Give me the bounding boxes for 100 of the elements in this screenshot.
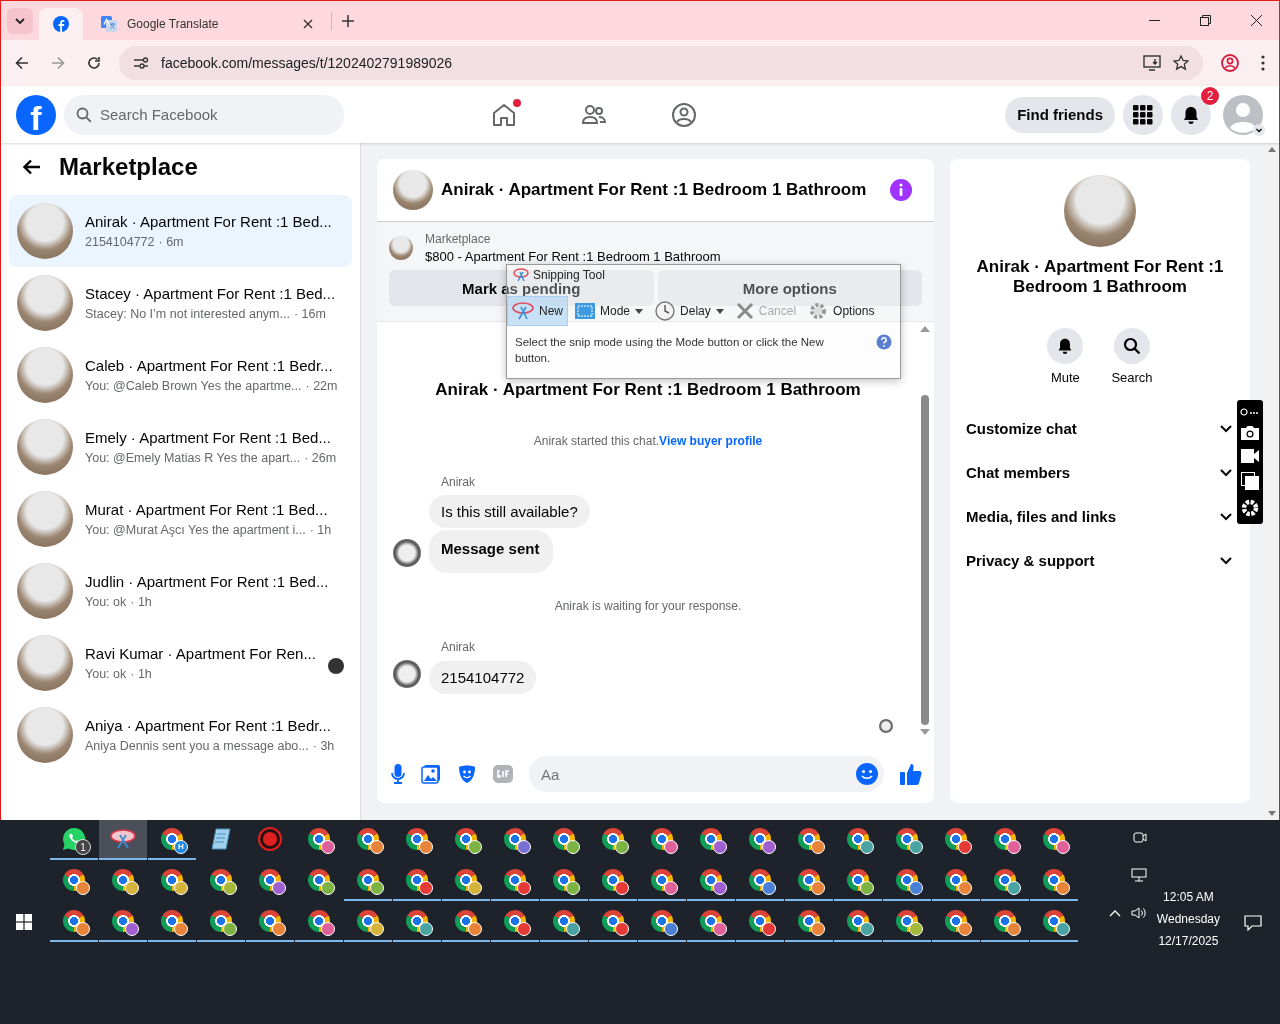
scroll-up-icon[interactable]: [1267, 147, 1276, 152]
browser-icon: [749, 910, 771, 932]
tab-search-button[interactable]: [7, 7, 33, 34]
message-preview: Aniya Dennis sent you a message abo...: [85, 739, 309, 753]
message-field[interactable]: Aa: [529, 756, 884, 792]
dropdown-caret-icon: [635, 308, 644, 314]
thumbs-up-icon[interactable]: [900, 763, 922, 785]
speaker-icon[interactable]: [1130, 906, 1147, 920]
info-icon[interactable]: [890, 179, 912, 201]
restore-icon[interactable]: [1200, 15, 1211, 26]
scissors-icon: [513, 268, 529, 282]
search-icon: [1123, 336, 1141, 355]
buyer-profile-link[interactable]: View buyer profile: [659, 434, 763, 448]
meet-now-icon[interactable]: [1132, 830, 1147, 844]
emoji-icon[interactable]: [856, 763, 878, 785]
conversation-item[interactable]: Stacey · Apartment For Rent :1 Bed... Stacey: No I’m not interested anym... · 16m: [9, 267, 352, 339]
conversation-title: Murat · Apartment For Rent :1 Bed...: [85, 501, 329, 518]
cancel-x-icon: [735, 302, 754, 320]
message-bubble: 2154104772: [429, 661, 537, 694]
close-icon[interactable]: [1251, 15, 1262, 26]
chevron-up-icon[interactable]: [1108, 909, 1121, 917]
search-input[interactable]: Search Facebook: [64, 94, 344, 135]
profile-icon[interactable]: [1221, 54, 1239, 72]
message-time: · 26m: [304, 451, 337, 465]
notification-icon[interactable]: [1244, 915, 1262, 931]
microphone-icon[interactable]: [391, 764, 405, 784]
section-header[interactable]: Customize chat: [966, 406, 1234, 451]
photo-placeholder: [17, 491, 73, 547]
sidebar-title: Marketplace: [59, 153, 198, 181]
browser-icon: [161, 828, 183, 850]
sender-name: Anirak: [441, 640, 476, 654]
photo-placeholder: [17, 347, 73, 403]
scroll-down-icon[interactable]: [1267, 811, 1276, 816]
photo-placeholder: [17, 563, 73, 619]
taskbar-button[interactable]: H: [148, 820, 196, 860]
listing-label: Marketplace: [425, 232, 492, 246]
logo[interactable]: f: [16, 94, 56, 135]
conversation-item[interactable]: Caleb · Apartment For Rent :1 Bedr... You: @Caleb Brown Yes the apartme... · 22m: [9, 339, 352, 411]
chat-notice: Anirak is waiting for your response.: [553, 599, 743, 613]
section-header[interactable]: Chat members: [966, 450, 1234, 495]
conversation-item[interactable]: Ravi Kumar · Apartment For Ren... You: ok · 1h: [9, 627, 352, 699]
conversation-title: Judlin · Apartment For Rent :1 Bed...: [85, 573, 329, 590]
section-header[interactable]: Media, files and links: [966, 494, 1234, 539]
chat-title: Anirak · Apartment For Rent :1 Bedroom 1 Bathroom: [441, 180, 867, 200]
camera-icon[interactable]: [1241, 424, 1259, 440]
close-icon[interactable]: [303, 19, 313, 29]
back-arrow-icon[interactable]: [15, 56, 29, 70]
conversation-item[interactable]: Judlin · Apartment For Rent :1 Bed... You: ok · 1h: [9, 555, 352, 627]
chevron-down-icon: [15, 17, 25, 24]
home-icon: [491, 101, 517, 128]
find-friends-button[interactable]: Find friends: [1005, 96, 1115, 133]
clock-date: 12/17/2025: [1158, 934, 1219, 948]
new-tab-icon[interactable]: [342, 14, 354, 27]
star-icon[interactable]: [1173, 55, 1189, 71]
settings-icon: [808, 301, 829, 321]
groups-icon: [671, 101, 697, 128]
notification-count: 2: [1201, 86, 1219, 105]
section-header[interactable]: Privacy & support: [966, 538, 1234, 583]
back-arrow-icon[interactable]: [23, 159, 41, 175]
conversation-item[interactable]: Aniya · Apartment For Rent :1 Bedr... Aniya Dennis sent you a message abo... · 3h: [9, 699, 352, 771]
message-time: · 1h: [309, 523, 332, 537]
video-camera-icon[interactable]: [1241, 448, 1259, 463]
chat-notice: Anirak started this chat.View buyer profile: [532, 434, 764, 448]
conversation-item[interactable]: Emely · Apartment For Rent :1 Bed... You: @Emely Matias R Yes the apart... · 26m: [9, 411, 352, 483]
taskbar-button[interactable]: 1: [50, 820, 98, 860]
message-preview: You: @Emely Matias R Yes the apart...: [85, 451, 301, 465]
scissors-icon: [110, 829, 136, 849]
windows-logo-icon[interactable]: [16, 914, 32, 930]
count-badge: 1: [75, 839, 91, 855]
windows-icon[interactable]: [1241, 471, 1259, 490]
browser-tab[interactable]: [39, 8, 83, 40]
settings-icon[interactable]: [1241, 498, 1259, 517]
browser-tab[interactable]: Google Translate: [89, 8, 325, 40]
address-field[interactable]: facebook.com/messages/t/1202402791989026: [119, 46, 1203, 80]
install-app-icon[interactable]: [1143, 55, 1161, 71]
conversation-title: Anirak · Apartment For Rent :1 Bedroom 1 Bathroom: [975, 257, 1225, 298]
message-bubble: Message sent: [429, 530, 554, 573]
menu-icon[interactable]: [1261, 55, 1265, 71]
scroll-down-icon[interactable]: [920, 729, 930, 735]
conversation-item[interactable]: Anirak · Apartment For Rent :1 Bed... 2154104772 · 6m: [9, 195, 352, 267]
help-icon[interactable]: [876, 334, 892, 350]
listing-button[interactable]: More options: [657, 270, 922, 306]
site-settings-icon[interactable]: [133, 56, 149, 70]
message-time: · 1h: [130, 595, 152, 609]
reload-icon[interactable]: [87, 56, 101, 70]
photo-placeholder: [393, 170, 433, 210]
network-icon[interactable]: [1130, 868, 1147, 882]
grid-icon: [1133, 104, 1153, 125]
toolbar-button[interactable]: New: [507, 296, 568, 326]
nav-tab[interactable]: [671, 101, 697, 128]
scroll-up-icon[interactable]: [920, 326, 930, 332]
sticker-icon[interactable]: [457, 764, 477, 784]
message-time: · 6m: [158, 235, 184, 249]
conversation-item[interactable]: Murat · Apartment For Rent :1 Bed... You: @Murat Aşcı Yes the apartment i... · 1h: [9, 483, 352, 555]
image-icon[interactable]: [421, 764, 441, 784]
menu-button[interactable]: [1123, 94, 1163, 135]
message-preview: You: @Caleb Brown Yes the apartme...: [85, 379, 302, 393]
person-icon: [1223, 94, 1263, 135]
listing-price: $800 - Apartment For Rent :1 Bedroom 1 Bathroom: [425, 249, 721, 264]
scrollbar[interactable]: [1264, 143, 1279, 820]
